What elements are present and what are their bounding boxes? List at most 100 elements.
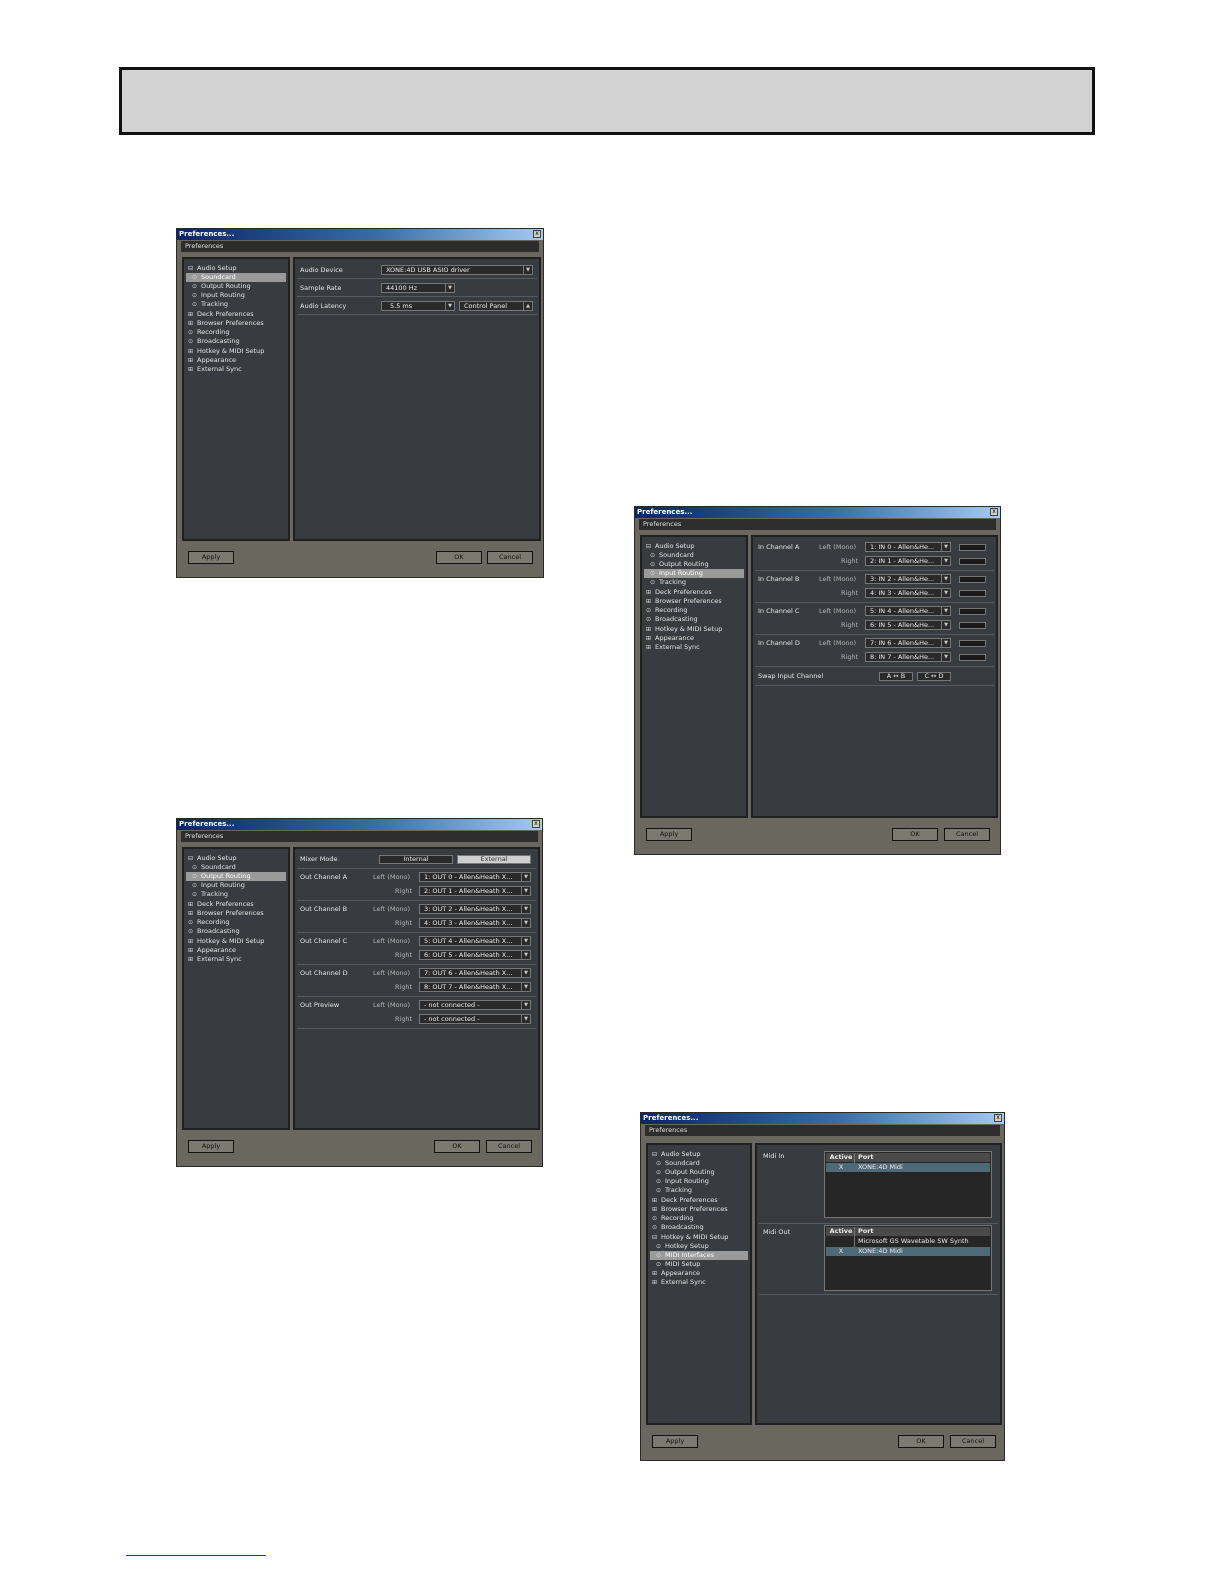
expand-icon[interactable]: ⊞ — [188, 310, 197, 319]
apply-button[interactable]: Apply — [646, 828, 692, 841]
tree-item-broadcasting[interactable]: ⊙ Broadcasting — [186, 337, 286, 346]
tree-item-soundcard[interactable]: ⊙ Soundcard — [650, 1159, 748, 1168]
out-left-dropdown[interactable]: 1: OUT 0 - Allen&Heath X... ▼ — [419, 872, 531, 882]
ok-button[interactable]: OK — [436, 551, 482, 564]
close-icon[interactable]: x — [532, 820, 540, 828]
ok-button[interactable]: OK — [892, 828, 938, 841]
tree-item-browser-preferences[interactable]: ⊞ Browser Preferences — [186, 909, 286, 918]
swap-ab-button[interactable]: A ↔ B — [879, 672, 913, 681]
tree-item-input-routing[interactable]: ⊙ Input Routing — [650, 1177, 748, 1186]
tree-item-hotkey-midi-setup[interactable]: ⊞ Hotkey & MIDI Setup — [186, 937, 286, 946]
in-right-dropdown[interactable]: 8: IN 7 - Allen&He... ▼ — [865, 652, 951, 662]
collapse-icon[interactable]: ⊟ — [188, 854, 197, 863]
expand-icon[interactable]: ⊞ — [188, 319, 197, 328]
in-right-dropdown[interactable]: 6: IN 5 - Allen&He... ▼ — [865, 620, 951, 630]
expand-icon[interactable]: ⊞ — [188, 356, 197, 365]
table-row[interactable]: X XONE:4D Midi — [826, 1247, 990, 1256]
expand-icon[interactable]: ⊞ — [646, 643, 655, 652]
tree-item-output-routing[interactable]: ⊙ Output Routing — [644, 560, 744, 569]
expand-icon[interactable]: ⊞ — [188, 365, 197, 374]
ok-button[interactable]: OK — [898, 1435, 944, 1448]
expand-icon[interactable]: ⊞ — [652, 1269, 661, 1278]
in-right-dropdown[interactable]: 2: IN 1 - Allen&He... ▼ — [865, 556, 951, 566]
out-left-dropdown[interactable]: 3: OUT 2 - Allen&Heath X... ▼ — [419, 904, 531, 914]
audio-device-dropdown[interactable]: XONE:4D USB ASIO driver ▼ — [381, 265, 533, 275]
out-left-dropdown[interactable]: 7: OUT 6 - Allen&Heath X... ▼ — [419, 968, 531, 978]
collapse-icon[interactable]: ⊟ — [652, 1150, 661, 1159]
expand-icon[interactable]: ⊞ — [652, 1196, 661, 1205]
tree-item-appearance[interactable]: ⊞ Appearance — [650, 1269, 748, 1278]
collapse-icon[interactable]: ⊟ — [646, 542, 655, 551]
tree-item-output-routing[interactable]: ⊙ Output Routing — [186, 282, 286, 291]
title-bar[interactable]: Preferences... x — [177, 229, 543, 240]
tree-item-deck-preferences[interactable]: ⊞ Deck Preferences — [186, 900, 286, 909]
expand-icon[interactable]: ⊞ — [188, 955, 197, 964]
tree-item-recording[interactable]: ⊙ Recording — [650, 1214, 748, 1223]
tree-item-broadcasting[interactable]: ⊙ Broadcasting — [644, 615, 744, 624]
cancel-button[interactable]: Cancel — [487, 551, 533, 564]
cancel-button[interactable]: Cancel — [944, 828, 990, 841]
collapse-icon[interactable]: ⊟ — [188, 264, 197, 273]
mixer-mode-internal-toggle[interactable]: Internal — [379, 855, 453, 864]
out-right-dropdown[interactable]: 8: OUT 7 - Allen&Heath X... ▼ — [419, 982, 531, 992]
tree-item-recording[interactable]: ⊙ Recording — [186, 328, 286, 337]
apply-button[interactable]: Apply — [188, 551, 234, 564]
out-right-dropdown[interactable]: 6: OUT 5 - Allen&Heath X... ▼ — [419, 950, 531, 960]
out-right-dropdown[interactable]: 2: OUT 1 - Allen&Heath X... ▼ — [419, 886, 531, 896]
tree-item-audio-setup[interactable]: ⊟ Audio Setup — [644, 542, 744, 551]
expand-icon[interactable]: ⊞ — [188, 909, 197, 918]
expand-icon[interactable]: ⊞ — [646, 597, 655, 606]
control-panel-button[interactable]: Control Panel ▲ — [459, 301, 533, 311]
expand-icon[interactable]: ⊞ — [646, 588, 655, 597]
tree-item-tracking[interactable]: ⊙ Tracking — [650, 1186, 748, 1195]
expand-icon[interactable]: ⊞ — [188, 937, 197, 946]
in-left-dropdown[interactable]: 7: IN 6 - Allen&He... ▼ — [865, 638, 951, 648]
tree-item-browser-preferences[interactable]: ⊞ Browser Preferences — [186, 319, 286, 328]
tree-item-hotkey-midi-setup[interactable]: ⊟ Hotkey & MIDI Setup — [650, 1233, 748, 1242]
tree-item-browser-preferences[interactable]: ⊞ Browser Preferences — [650, 1205, 748, 1214]
tree-item-tracking[interactable]: ⊙ Tracking — [186, 890, 286, 899]
expand-icon[interactable]: ⊞ — [652, 1278, 661, 1287]
mixer-mode-external-toggle[interactable]: External — [457, 855, 531, 864]
swap-cd-button[interactable]: C ↔ D — [917, 672, 951, 681]
out-left-dropdown[interactable]: 5: OUT 4 - Allen&Heath X... ▼ — [419, 936, 531, 946]
tree-item-external-sync[interactable]: ⊞ External Sync — [186, 955, 286, 964]
tree-item-broadcasting[interactable]: ⊙ Broadcasting — [186, 927, 286, 936]
tree-item-hotkey-setup[interactable]: ⊙ Hotkey Setup — [650, 1242, 748, 1251]
title-bar[interactable]: Preferences... x — [177, 819, 542, 830]
tree-item-external-sync[interactable]: ⊞ External Sync — [650, 1278, 748, 1287]
tree-item-tracking[interactable]: ⊙ Tracking — [644, 578, 744, 587]
tree-item-broadcasting[interactable]: ⊙ Broadcasting — [650, 1223, 748, 1232]
out-left-dropdown[interactable]: - not connected - ▼ — [419, 1000, 531, 1010]
tree-item-input-routing[interactable]: ⊙ Input Routing — [644, 569, 744, 578]
in-right-dropdown[interactable]: 4: IN 3 - Allen&He... ▼ — [865, 588, 951, 598]
in-left-dropdown[interactable]: 5: IN 4 - Allen&He... ▼ — [865, 606, 951, 616]
out-right-dropdown[interactable]: - not connected - ▼ — [419, 1014, 531, 1024]
cancel-button[interactable]: Cancel — [486, 1140, 532, 1153]
tree-item-midi-interfaces[interactable]: ⊙ MIDI Interfaces — [650, 1251, 748, 1260]
out-right-dropdown[interactable]: 4: OUT 3 - Allen&Heath X... ▼ — [419, 918, 531, 928]
tree-item-appearance[interactable]: ⊞ Appearance — [186, 946, 286, 955]
tree-item-recording[interactable]: ⊙ Recording — [644, 606, 744, 615]
table-row[interactable]: X XONE:4D Midi — [826, 1163, 990, 1172]
sample-rate-dropdown[interactable]: 44100 Hz ▼ — [381, 283, 455, 293]
tree-item-deck-preferences[interactable]: ⊞ Deck Preferences — [644, 588, 744, 597]
tree-item-output-routing[interactable]: ⊙ Output Routing — [186, 872, 286, 881]
close-icon[interactable]: x — [994, 1114, 1002, 1122]
tree-item-soundcard[interactable]: ⊙ Soundcard — [644, 551, 744, 560]
tree-item-soundcard[interactable]: ⊙ Soundcard — [186, 273, 286, 282]
audio-latency-dropdown[interactable]: 5.5 ms ▼ — [381, 301, 455, 311]
title-bar[interactable]: Preferences... x — [641, 1113, 1004, 1124]
expand-icon[interactable]: ⊞ — [188, 946, 197, 955]
title-bar[interactable]: Preferences... x — [635, 507, 1000, 518]
tree-item-external-sync[interactable]: ⊞ External Sync — [186, 365, 286, 374]
tree-item-audio-setup[interactable]: ⊟ Audio Setup — [186, 854, 286, 863]
tree-item-appearance[interactable]: ⊞ Appearance — [644, 634, 744, 643]
tree-item-recording[interactable]: ⊙ Recording — [186, 918, 286, 927]
close-icon[interactable]: x — [533, 230, 541, 238]
expand-icon[interactable]: ⊞ — [646, 625, 655, 634]
tree-item-soundcard[interactable]: ⊙ Soundcard — [186, 863, 286, 872]
apply-button[interactable]: Apply — [652, 1435, 698, 1448]
in-left-dropdown[interactable]: 1: IN 0 - Allen&He... ▼ — [865, 542, 951, 552]
cancel-button[interactable]: Cancel — [950, 1435, 996, 1448]
